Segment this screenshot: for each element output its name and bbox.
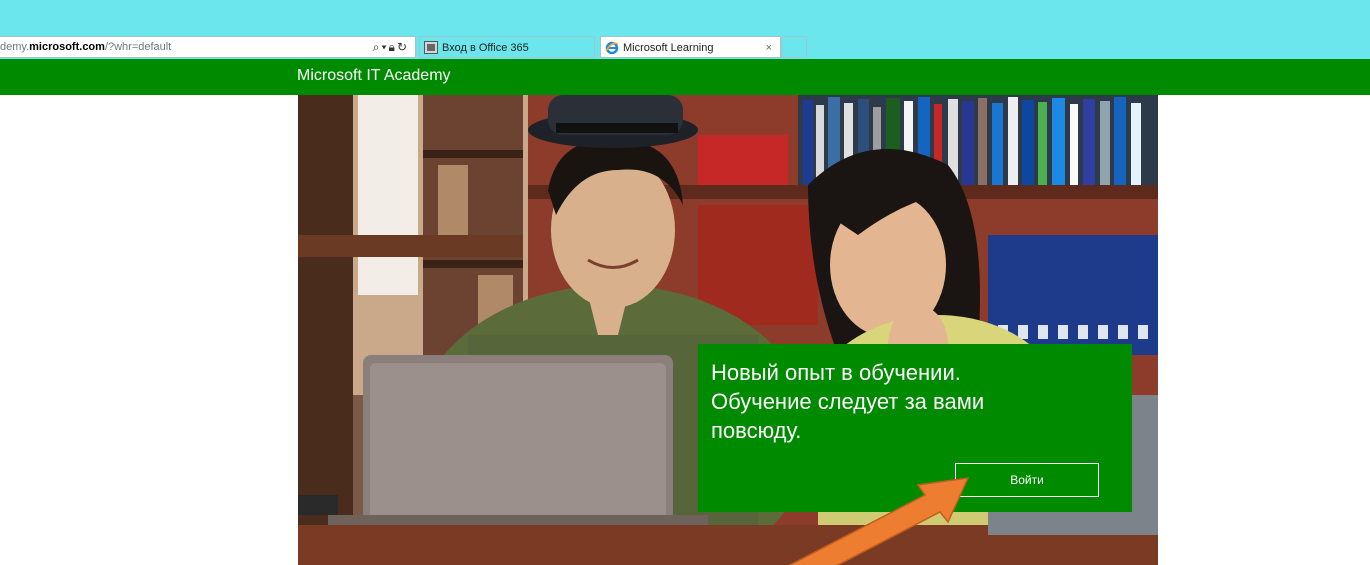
tab-label: Microsoft Learning [623,42,714,54]
address-host: microsoft.com [29,41,105,53]
promo-line-3: повсюду. [711,418,802,443]
close-icon[interactable]: × [766,37,772,57]
address-path: /?whr=default [104,41,172,53]
tab-microsoft-learning[interactable]: Microsoft Learning × [600,36,781,58]
promo-headline: Новый опыт в обучении. Обучение следует … [711,358,1121,445]
refresh-icon[interactable]: ↻ [397,40,409,54]
promo-line-1: Новый опыт в обучении. [711,360,961,385]
address-prefix: demy. [0,41,30,53]
address-bar-icons: ⌕▾🔒︎↻ [373,37,409,57]
lock-icon[interactable]: 🔒︎ [389,40,397,54]
site-header: Microsoft IT Academy [0,59,1370,95]
office-favicon-icon [424,41,438,54]
new-tab-button[interactable] [781,36,807,58]
tab-label: Вход в Office 365 [442,42,529,54]
promo-line-2: Обучение следует за вами [711,389,985,414]
ie-favicon-icon [605,41,619,54]
orange-arrow-icon [788,477,970,565]
search-icon[interactable]: ⌕ [373,40,382,54]
address-bar[interactable]: demy.microsoft.com/?whr=default ⌕▾🔒︎↻ [0,36,416,58]
brand-title[interactable]: Microsoft IT Academy [297,67,451,85]
browser-title-area [0,0,1370,36]
tab-office-365[interactable]: Вход в Office 365 [419,36,595,58]
dropdown-icon[interactable]: ▾ [382,40,389,54]
